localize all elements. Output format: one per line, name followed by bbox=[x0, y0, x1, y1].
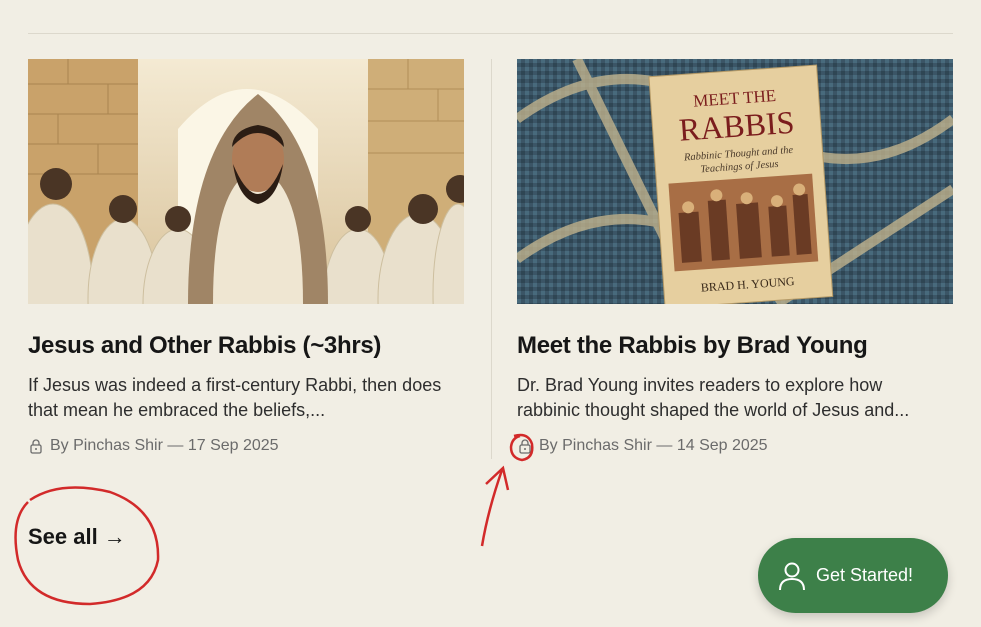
rabbis-illustration bbox=[28, 59, 464, 304]
arrow-right-icon: → bbox=[103, 524, 126, 549]
section-divider bbox=[28, 33, 953, 34]
book-cover-illustration: MEET THE RABBIS Rabbinic Thought and the… bbox=[517, 59, 953, 304]
article-excerpt: If Jesus was indeed a first-century Rabb… bbox=[28, 374, 442, 420]
annotation-arrow bbox=[480, 469, 504, 547]
article-byline: By Pinchas Shir — 14 Sep 2025 bbox=[539, 436, 768, 454]
get-started-button[interactable]: Get Started! bbox=[758, 538, 948, 613]
lock-icon bbox=[519, 439, 531, 454]
see-all-label: See all bbox=[28, 524, 98, 549]
lock-icon bbox=[30, 439, 42, 454]
article-title[interactable]: Jesus and Other Rabbis (~3hrs) bbox=[28, 332, 464, 361]
article-thumbnail[interactable] bbox=[28, 59, 464, 304]
annotation-arrowhead bbox=[485, 465, 510, 491]
article-card-jesus-other-rabbis[interactable]: Jesus and Other Rabbis (~3hrs) If Jesus … bbox=[28, 59, 464, 455]
see-all-link[interactable]: See all → bbox=[28, 524, 126, 550]
article-title[interactable]: Meet the Rabbis by Brad Young bbox=[517, 332, 953, 361]
article-byline: By Pinchas Shir — 17 Sep 2025 bbox=[50, 436, 279, 454]
article-meta: By Pinchas Shir — 17 Sep 2025 bbox=[28, 437, 464, 455]
article-meta: By Pinchas Shir — 14 Sep 2025 bbox=[517, 437, 953, 455]
article-card-meet-the-rabbis[interactable]: MEET THE RABBIS Rabbinic Thought and the… bbox=[517, 59, 953, 455]
user-icon bbox=[779, 562, 805, 590]
column-divider bbox=[491, 59, 492, 459]
article-thumbnail[interactable]: MEET THE RABBIS Rabbinic Thought and the… bbox=[517, 59, 953, 304]
article-excerpt: Dr. Brad Young invites readers to explor… bbox=[517, 374, 910, 420]
get-started-label: Get Started! bbox=[816, 565, 914, 585]
